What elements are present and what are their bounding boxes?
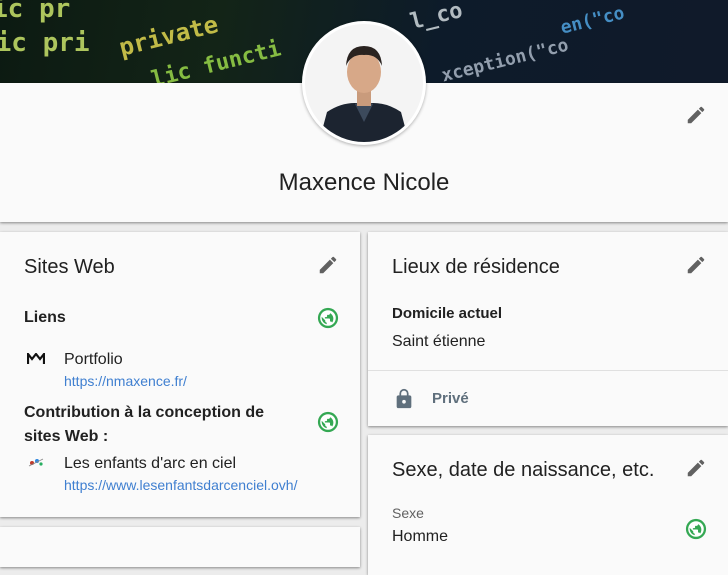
lock-icon	[396, 388, 412, 409]
link-name: Portfolio	[64, 351, 123, 368]
avatar[interactable]	[302, 21, 426, 145]
banner-code-line: xception("co	[439, 34, 571, 83]
pencil-icon[interactable]	[685, 254, 707, 276]
globe-icon[interactable]	[317, 411, 339, 433]
sex-value: Homme	[392, 528, 449, 545]
divider	[368, 370, 728, 371]
residence-title: Lieux de résidence	[392, 256, 560, 278]
pencil-icon[interactable]	[685, 457, 707, 479]
contribution-logo-icon	[28, 458, 44, 467]
current-residence-label: Domicile actuel	[392, 305, 503, 322]
identity-card: Sexe, date de naissance, etc. Sexe Homme	[368, 435, 728, 575]
contribution-name: Les enfants d'arc en ciel	[64, 455, 237, 472]
websites-card: Sites Web Liens Portfolio https://nmaxen…	[0, 232, 360, 517]
globe-icon[interactable]	[685, 518, 707, 540]
avatar-photo	[305, 24, 423, 142]
portfolio-logo-icon	[27, 353, 45, 364]
next-card	[0, 527, 360, 567]
contribution-heading: Contribution à la conception de sites We…	[24, 404, 264, 445]
link-url[interactable]: https://nmaxence.fr/	[64, 373, 187, 389]
contribution-url[interactable]: https://www.lesenfantsdarcenciel.ovh/	[64, 477, 297, 493]
banner-code-line: lic pri	[0, 28, 90, 58]
current-residence-value: Saint étienne	[392, 333, 486, 350]
banner-code-line: ic pr	[0, 0, 71, 24]
pencil-icon[interactable]	[685, 104, 707, 126]
profile-name: Maxence Nicole	[278, 169, 450, 196]
residence-card: Lieux de résidence Domicile actuel Saint…	[368, 232, 728, 426]
links-heading: Liens	[24, 309, 66, 326]
banner-code-line: en("co	[558, 2, 627, 39]
privacy-label[interactable]: Privé	[432, 390, 469, 407]
sex-label: Sexe	[392, 505, 424, 521]
identity-title: Sexe, date de naissance, etc.	[392, 459, 655, 481]
globe-icon[interactable]	[317, 307, 339, 329]
pencil-icon[interactable]	[317, 254, 339, 276]
websites-title: Sites Web	[24, 256, 115, 278]
